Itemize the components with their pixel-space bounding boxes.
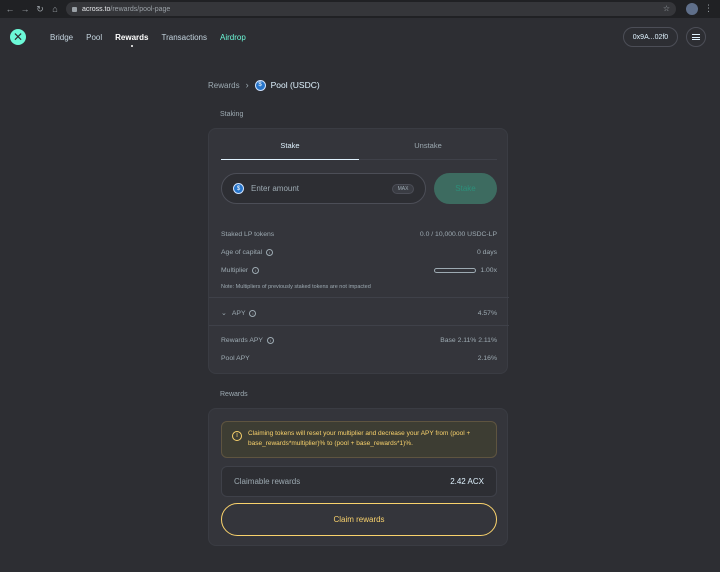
nav-airdrop[interactable]: Airdrop xyxy=(220,33,246,42)
url-host: across.to xyxy=(82,5,111,13)
forward-icon[interactable]: → xyxy=(20,4,30,14)
multiplier-progress-bar xyxy=(434,267,477,273)
breadcrumb-current: Pool (USDC) xyxy=(270,80,320,90)
rewards-section-label: Rewards xyxy=(220,391,248,398)
address-bar[interactable]: across.to /rewards/pool-page ☆ xyxy=(66,2,676,16)
back-icon[interactable]: ← xyxy=(5,4,15,14)
age-label: Age of capital xyxy=(221,248,263,256)
lock-icon xyxy=(72,6,77,12)
pool-apy-value: 2.16% xyxy=(477,354,497,362)
tab-unstake[interactable]: Unstake xyxy=(359,135,497,160)
menu-button[interactable] xyxy=(686,27,706,47)
chevron-right-icon: › xyxy=(245,80,249,90)
divider xyxy=(209,297,509,298)
multiplier-row: Multiplier i 1.00x xyxy=(221,264,497,276)
claimable-rewards-box: Claimable rewards 2.42 ACX xyxy=(221,466,497,497)
pool-apy-label: Pool APY xyxy=(221,354,250,362)
stake-tabs: Stake Unstake xyxy=(221,135,497,160)
usdc-coin-icon: $ xyxy=(254,79,266,91)
multiplier-value-wrap: 1.00x xyxy=(434,267,497,274)
app-header: ✕ Bridge Pool Rewards Transactions Airdr… xyxy=(0,18,720,56)
nav-rewards[interactable]: Rewards xyxy=(115,33,149,47)
warning-text: Claiming tokens will reset your multipli… xyxy=(248,430,471,447)
amount-input-wrapper: $ MAX xyxy=(221,173,426,204)
bookmark-star-icon[interactable]: ☆ xyxy=(663,4,670,13)
breadcrumb-rewards-link[interactable]: Rewards xyxy=(208,81,240,90)
info-icon[interactable]: i xyxy=(252,266,260,274)
nav-bridge[interactable]: Bridge xyxy=(50,33,73,42)
staking-section-label: Staking xyxy=(220,111,244,118)
apy-row[interactable]: ⌄ APY i 4.57% xyxy=(221,307,497,319)
info-icon[interactable]: i xyxy=(266,336,274,344)
claimable-label: Claimable rewards xyxy=(234,477,301,486)
profile-avatar[interactable] xyxy=(686,3,698,15)
browser-menu-icon[interactable]: ⋮ xyxy=(704,3,713,14)
url-path: /rewards/pool-page xyxy=(110,5,171,13)
multiplier-note: Note: Multipliers of previously staked t… xyxy=(221,284,371,290)
browser-toolbar: ← → ↻ ⌂ across.to /rewards/pool-page ☆ ⋮ xyxy=(0,0,720,18)
stake-button[interactable]: Stake xyxy=(434,173,497,204)
info-icon[interactable]: i xyxy=(266,248,274,256)
multiplier-label: Multiplier xyxy=(221,266,249,274)
multiplier-label-wrap: Multiplier i xyxy=(221,266,260,274)
claim-rewards-button[interactable]: Claim rewards xyxy=(221,503,497,536)
home-icon[interactable]: ⌂ xyxy=(50,4,60,14)
rewards-apy-label-wrap: Rewards APY i xyxy=(221,336,274,344)
wallet-button[interactable]: 0x9A...02f0 xyxy=(623,27,678,47)
apy-label-wrap: ⌄ APY i xyxy=(221,309,257,317)
multiplier-value: 1.00x xyxy=(480,266,497,274)
divider xyxy=(209,325,509,326)
rewards-apy-label: Rewards APY xyxy=(221,336,263,344)
staking-card: Stake Unstake $ MAX Stake Staked LP toke… xyxy=(208,128,509,374)
tab-stake[interactable]: Stake xyxy=(221,135,359,160)
age-label-wrap: Age of capital i xyxy=(221,248,274,256)
info-icon[interactable]: i xyxy=(249,309,257,317)
main-nav: Bridge Pool Rewards Transactions Airdrop xyxy=(50,18,259,56)
apy-label: APY xyxy=(231,309,246,317)
staked-lp-value: 0.0 / 10,000.00 USDC-LP xyxy=(419,230,497,238)
warning-banner: i Claiming tokens will reset your multip… xyxy=(221,421,497,458)
apy-value: 4.57% xyxy=(477,309,497,317)
staked-lp-label: Staked LP tokens xyxy=(221,230,275,238)
breadcrumb: Rewards › $ Pool (USDC) xyxy=(208,79,320,91)
pool-apy-row: Pool APY 2.16% xyxy=(221,352,497,364)
max-button[interactable]: MAX xyxy=(392,184,414,194)
rewards-card: i Claiming tokens will reset your multip… xyxy=(208,408,508,546)
nav-pool[interactable]: Pool xyxy=(86,33,102,42)
rewards-apy-row: Rewards APY i Base 2.11% 2.11% xyxy=(221,334,497,346)
age-row: Age of capital i 0 days xyxy=(221,246,497,258)
usdc-coin-icon: $ xyxy=(233,183,244,194)
hamburger-icon xyxy=(692,34,700,40)
staked-lp-row: Staked LP tokens 0.0 / 10,000.00 USDC-LP xyxy=(221,228,497,240)
info-circle-icon: i xyxy=(232,431,242,441)
amount-input[interactable] xyxy=(251,184,381,193)
across-logo-icon[interactable]: ✕ xyxy=(10,29,26,45)
nav-transactions[interactable]: Transactions xyxy=(162,33,208,42)
age-value: 0 days xyxy=(476,248,497,256)
chevron-down-icon: ⌄ xyxy=(221,310,227,317)
rewards-apy-value: Base 2.11% 2.11% xyxy=(440,336,497,344)
claimable-value: 2.42 ACX xyxy=(450,477,484,486)
reload-icon[interactable]: ↻ xyxy=(35,4,45,14)
